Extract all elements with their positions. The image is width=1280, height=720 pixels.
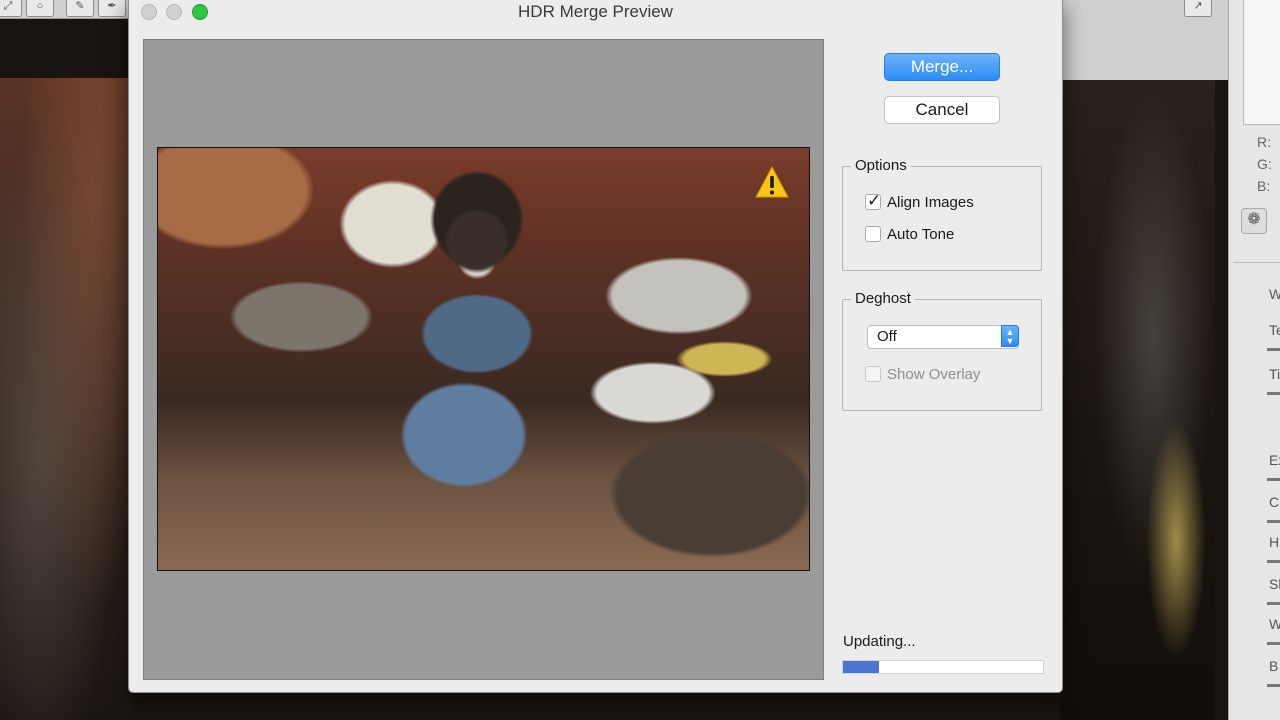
panel-label: Ex bbox=[1269, 452, 1280, 468]
panel-label: Ti bbox=[1269, 366, 1280, 382]
deghost-select[interactable]: Off ▲ ▼ bbox=[867, 325, 1019, 349]
deghost-selected-value: Off bbox=[877, 328, 897, 345]
preview-area bbox=[143, 39, 824, 680]
background-photo-right bbox=[1060, 80, 1215, 720]
cancel-button[interactable]: Cancel bbox=[884, 96, 1000, 124]
progress-bar bbox=[842, 660, 1044, 674]
align-images-label: Align Images bbox=[887, 193, 974, 211]
brush-tool-icon[interactable]: ✎ bbox=[66, 0, 94, 17]
auto-tone-option[interactable]: Auto Tone bbox=[865, 224, 954, 244]
status-text: Updating... bbox=[843, 633, 916, 650]
auto-tone-checkbox[interactable] bbox=[865, 226, 881, 242]
pen-tool-icon[interactable]: ✒ bbox=[98, 0, 126, 17]
align-images-option[interactable]: Align Images bbox=[865, 191, 974, 212]
panel-slider[interactable] bbox=[1267, 642, 1280, 645]
panel-label: W bbox=[1269, 616, 1280, 632]
auto-tone-label: Auto Tone bbox=[887, 225, 955, 243]
panel-slider[interactable] bbox=[1267, 560, 1280, 563]
develop-panel: R: G: B: ❁ W Te Ti Ex C H Sl W B bbox=[1228, 0, 1280, 720]
progress-fill bbox=[843, 661, 879, 673]
panel-label: H bbox=[1269, 534, 1280, 550]
show-overlay-checkbox[interactable] bbox=[865, 366, 881, 382]
panel-slider[interactable] bbox=[1267, 478, 1280, 481]
panel-divider bbox=[1233, 262, 1280, 263]
background-photo-left bbox=[0, 78, 132, 720]
panel-label: Sl bbox=[1269, 576, 1280, 592]
show-overlay-option[interactable]: Show Overlay bbox=[865, 364, 980, 384]
panel-label: B bbox=[1269, 658, 1279, 674]
options-title: Options bbox=[851, 157, 911, 174]
background-strip bbox=[1060, 18, 1228, 80]
up-down-chevron-icon[interactable]: ▲ ▼ bbox=[1001, 325, 1019, 347]
spot-removal-tool-icon[interactable]: ○ bbox=[26, 0, 54, 17]
merge-button[interactable]: Merge... bbox=[884, 53, 1000, 81]
panel-label: C bbox=[1269, 494, 1280, 510]
g-readout-label: G: bbox=[1257, 156, 1272, 172]
export-icon[interactable]: ↗ bbox=[1184, 0, 1212, 17]
panel-label: Te bbox=[1269, 322, 1280, 338]
crop-tool-icon[interactable]: ⤢ bbox=[0, 0, 22, 17]
panel-slider[interactable] bbox=[1267, 602, 1280, 605]
deghost-title: Deghost bbox=[851, 290, 915, 307]
panel-label: W bbox=[1269, 286, 1280, 302]
b-readout-label: B: bbox=[1257, 178, 1271, 194]
options-group: Options Align Images Auto Tone bbox=[842, 157, 1042, 271]
hdr-preview-image bbox=[157, 147, 810, 571]
panel-slider[interactable] bbox=[1267, 684, 1280, 687]
show-overlay-label: Show Overlay bbox=[887, 365, 981, 383]
align-images-checkbox[interactable] bbox=[865, 191, 881, 211]
warning-triangle-icon bbox=[755, 165, 789, 198]
title-bar[interactable]: HDR Merge Preview bbox=[129, 0, 1062, 24]
aperture-icon[interactable]: ❁ bbox=[1241, 208, 1267, 234]
deghost-group: Deghost Off ▲ ▼ Show Overlay bbox=[842, 290, 1042, 411]
histogram bbox=[1243, 0, 1280, 125]
panel-slider[interactable] bbox=[1267, 392, 1280, 395]
panel-slider[interactable] bbox=[1267, 520, 1280, 523]
r-readout-label: R: bbox=[1257, 134, 1271, 150]
panel-slider[interactable] bbox=[1267, 348, 1280, 351]
hdr-merge-dialog: HDR Merge Preview Merge... Cancel Option… bbox=[128, 0, 1063, 693]
window-title: HDR Merge Preview bbox=[518, 2, 673, 21]
